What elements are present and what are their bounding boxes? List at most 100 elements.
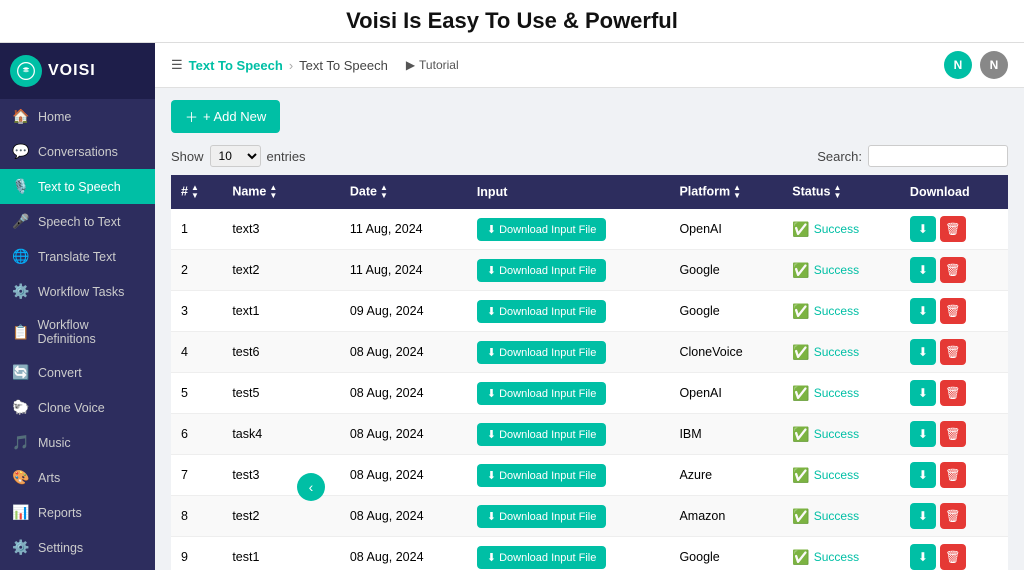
download-input-button[interactable]: ⬇ Download Input File	[477, 464, 607, 487]
row-download-button[interactable]: ⬇	[910, 216, 936, 242]
success-icon: ✅	[792, 344, 809, 361]
sidebar-item-workflow-definitions[interactable]: 📋Workflow Definitions	[0, 309, 155, 355]
cell-platform: Google	[669, 291, 782, 332]
row-download-button[interactable]: ⬇	[910, 257, 936, 283]
col-name[interactable]: Name▲▼	[222, 175, 340, 209]
row-download-button[interactable]: ⬇	[910, 421, 936, 447]
success-icon: ✅	[792, 508, 809, 525]
sidebar-item-settings[interactable]: ⚙️ Settings	[0, 530, 155, 565]
cell-num: 2	[171, 250, 222, 291]
row-download-button[interactable]: ⬇	[910, 462, 936, 488]
sidebar-label-arts: Arts	[38, 471, 60, 485]
cell-download: ⬇ 🗑	[900, 455, 1008, 496]
col-status[interactable]: Status▲▼	[782, 175, 900, 209]
cell-status: ✅ Success	[782, 496, 900, 537]
sidebar-label-conversations: Conversations	[38, 145, 118, 159]
cell-num: 3	[171, 291, 222, 332]
row-delete-button[interactable]: 🗑	[940, 380, 966, 406]
cell-name: test6	[222, 332, 340, 373]
cell-platform: Google	[669, 537, 782, 570]
download-input-button[interactable]: ⬇ Download Input File	[477, 382, 607, 405]
row-download-button[interactable]: ⬇	[910, 544, 936, 570]
sidebar-item-translate-text[interactable]: 🌐Translate Text	[0, 239, 155, 274]
plus-icon: ＋	[185, 107, 198, 126]
sidebar-label-music: Music	[38, 436, 71, 450]
row-download-button[interactable]: ⬇	[910, 298, 936, 324]
add-new-button[interactable]: ＋ + Add New	[171, 100, 280, 133]
col-platform[interactable]: Platform▲▼	[669, 175, 782, 209]
download-input-button[interactable]: ⬇ Download Input File	[477, 546, 607, 569]
row-download-button[interactable]: ⬇	[910, 503, 936, 529]
sidebar-item-home[interactable]: 🏠Home	[0, 99, 155, 134]
status-text: Success	[814, 427, 859, 441]
row-delete-button[interactable]: 🗑	[940, 216, 966, 242]
cell-num: 1	[171, 209, 222, 250]
row-delete-button[interactable]: 🗑	[940, 257, 966, 283]
cell-date: 08 Aug, 2024	[340, 496, 467, 537]
row-download-button[interactable]: ⬇	[910, 339, 936, 365]
col-#[interactable]: #▲▼	[171, 175, 222, 209]
col-download[interactable]: Download	[900, 175, 1008, 209]
reports-icon: 📊	[12, 504, 30, 521]
download-input-button[interactable]: ⬇ Download Input File	[477, 505, 607, 528]
sidebar-item-text-to-speech[interactable]: 🎙️Text to Speech	[0, 169, 155, 204]
download-input-button[interactable]: ⬇ Download Input File	[477, 423, 607, 446]
table-row: 6 task4 08 Aug, 2024 ⬇ Download Input Fi…	[171, 414, 1008, 455]
download-input-button[interactable]: ⬇ Download Input File	[477, 218, 607, 241]
cell-status: ✅ Success	[782, 537, 900, 570]
clone-voice-icon: 🐑	[12, 399, 30, 416]
table-header: #▲▼Name▲▼Date▲▼InputPlatform▲▼Status▲▼Do…	[171, 175, 1008, 209]
cell-input: ⬇ Download Input File	[467, 373, 670, 414]
download-input-button[interactable]: ⬇ Download Input File	[477, 259, 607, 282]
row-delete-button[interactable]: 🗑	[940, 421, 966, 447]
sidebar-item-convert[interactable]: 🔄Convert	[0, 355, 155, 390]
workflow-tasks-icon: ⚙️	[12, 283, 30, 300]
row-delete-button[interactable]: 🗑	[940, 503, 966, 529]
header-right: N N	[944, 51, 1008, 79]
row-delete-button[interactable]: 🗑	[940, 298, 966, 324]
download-input-button[interactable]: ⬇ Download Input File	[477, 341, 607, 364]
sidebar-label-settings: Settings	[38, 541, 83, 555]
table-body: 1 text3 11 Aug, 2024 ⬇ Download Input Fi…	[171, 209, 1008, 570]
sidebar-item-arts[interactable]: 🎨Arts	[0, 460, 155, 495]
logo-icon	[10, 55, 42, 87]
cell-date: 08 Aug, 2024	[340, 455, 467, 496]
cell-input: ⬇ Download Input File	[467, 209, 670, 250]
col-input[interactable]: Input	[467, 175, 670, 209]
cell-platform: OpenAI	[669, 209, 782, 250]
col-date[interactable]: Date▲▼	[340, 175, 467, 209]
sidebar-item-clone-voice[interactable]: 🐑Clone Voice	[0, 390, 155, 425]
tutorial-btn[interactable]: ▶ Tutorial	[406, 58, 459, 72]
success-icon: ✅	[792, 549, 809, 566]
content-body: ＋ + Add New Show 102550100 entries Searc…	[155, 88, 1024, 570]
cell-num: 9	[171, 537, 222, 570]
sidebar-item-music[interactable]: 🎵Music	[0, 425, 155, 460]
sidebar-collapse-button[interactable]: ‹	[297, 473, 325, 501]
sidebar-item-reports[interactable]: 📊Reports	[0, 495, 155, 530]
breadcrumb: ☰ Text To Speech › Text To Speech ▶ Tuto…	[171, 57, 459, 73]
cell-name: test5	[222, 373, 340, 414]
sidebar-item-conversations[interactable]: 💬Conversations	[0, 134, 155, 169]
sidebar-item-speech-to-text[interactable]: 🎤Speech to Text	[0, 204, 155, 239]
sidebar-label-convert: Convert	[38, 366, 82, 380]
main-content: ☰ Text To Speech › Text To Speech ▶ Tuto…	[155, 43, 1024, 570]
settings-icon: ⚙️	[12, 539, 30, 556]
sidebar-item-workflow-tasks[interactable]: ⚙️Workflow Tasks	[0, 274, 155, 309]
row-delete-button[interactable]: 🗑	[940, 544, 966, 570]
breadcrumb-root: Text To Speech	[189, 58, 283, 73]
row-delete-button[interactable]: 🗑	[940, 462, 966, 488]
sidebar-items-container: 🏠Home💬Conversations🎙️Text to Speech🎤Spee…	[0, 99, 155, 570]
row-download-button[interactable]: ⬇	[910, 380, 936, 406]
row-delete-button[interactable]: 🗑	[940, 339, 966, 365]
download-input-button[interactable]: ⬇ Download Input File	[477, 300, 607, 323]
cell-input: ⬇ Download Input File	[467, 250, 670, 291]
cell-input: ⬇ Download Input File	[467, 496, 670, 537]
cell-num: 4	[171, 332, 222, 373]
cell-status: ✅ Success	[782, 414, 900, 455]
entries-select[interactable]: 102550100	[210, 145, 261, 167]
search-input[interactable]	[868, 145, 1008, 167]
table-row: 5 test5 08 Aug, 2024 ⬇ Download Input Fi…	[171, 373, 1008, 414]
search-box: Search:	[817, 145, 1008, 167]
sidebar-item-agency[interactable]: 👥Agency	[0, 565, 155, 570]
cell-download: ⬇ 🗑	[900, 537, 1008, 570]
